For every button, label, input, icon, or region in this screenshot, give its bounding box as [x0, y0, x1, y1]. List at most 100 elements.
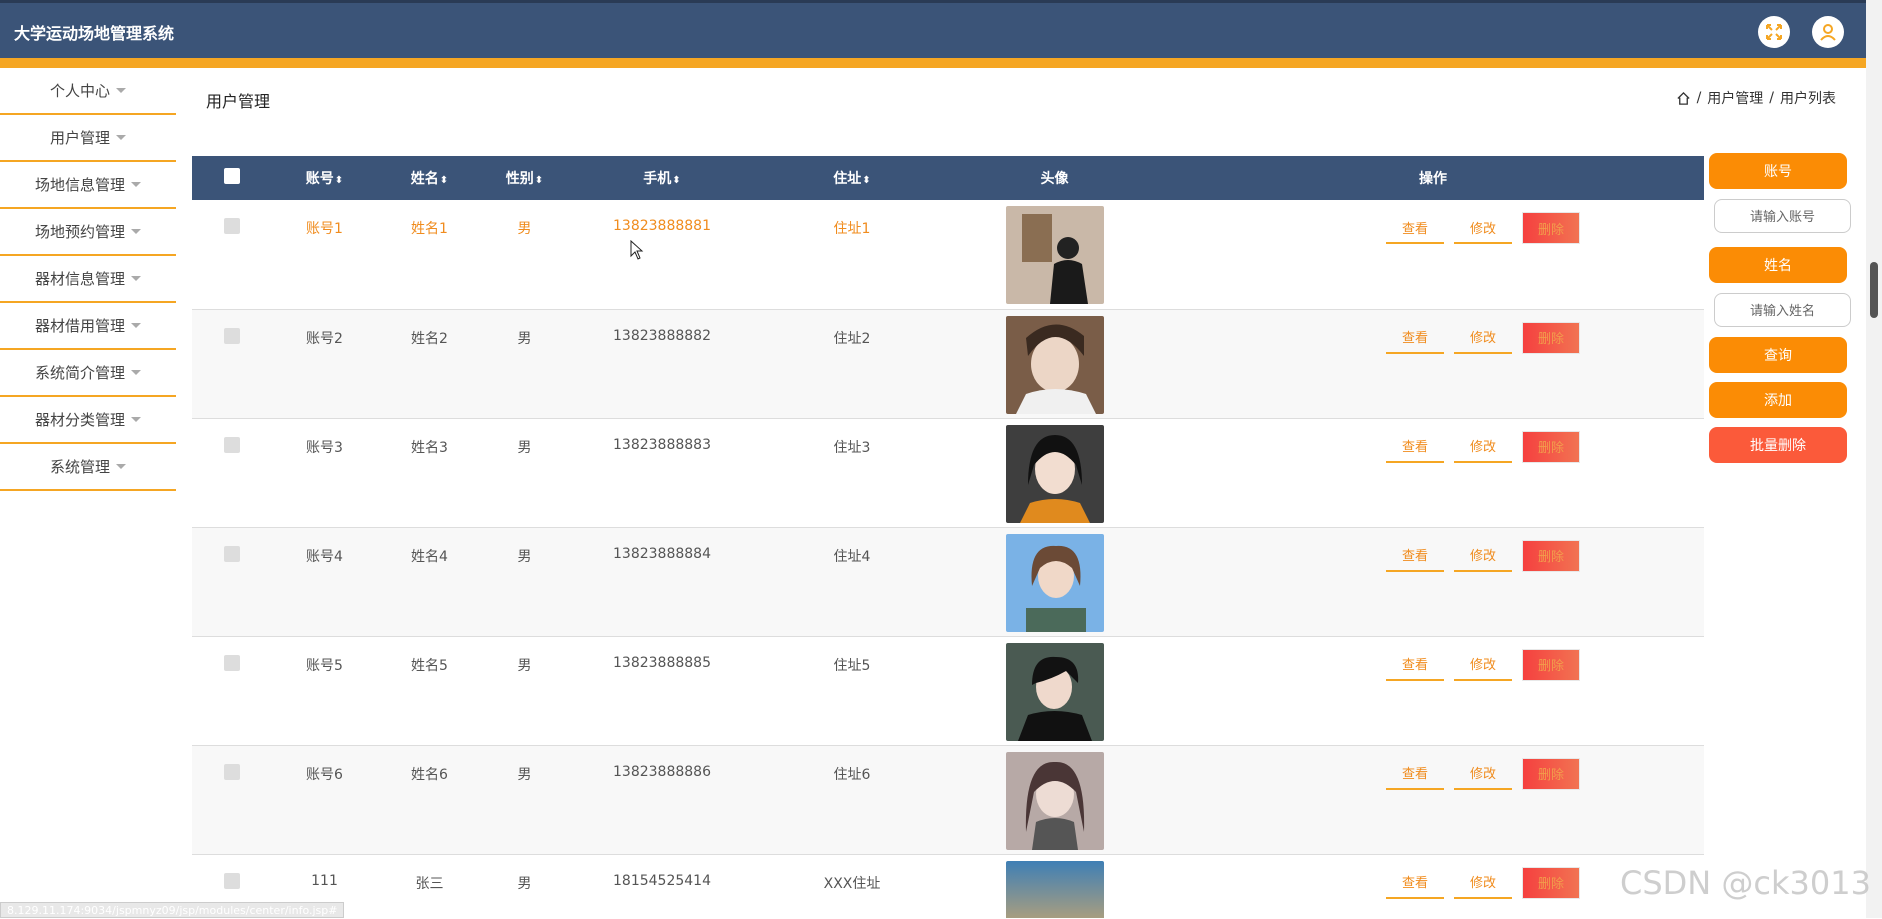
user-icon[interactable] — [1812, 16, 1844, 48]
table-row[interactable]: 账号1 姓名1 男 13823888881 住址1 查看修改删除 — [192, 200, 1704, 309]
column-header-account[interactable]: 账号⬍ — [272, 156, 377, 200]
account-search-input[interactable] — [1714, 199, 1851, 233]
column-header-phone[interactable]: 手机⬍ — [567, 156, 757, 200]
cell-gender: 男 — [482, 418, 567, 527]
cell-account: 账号2 — [272, 309, 377, 418]
select-all-checkbox[interactable] — [224, 168, 240, 184]
row-checkbox[interactable] — [224, 655, 240, 671]
sidebar-item-personal-center[interactable]: 个人中心 — [0, 68, 176, 115]
row-checkbox[interactable] — [224, 764, 240, 780]
sidebar-item-label: 系统管理 — [50, 456, 110, 477]
cell-name: 姓名2 — [377, 309, 482, 418]
delete-button[interactable]: 删除 — [1522, 758, 1580, 790]
batch-delete-button[interactable]: 批量删除 — [1709, 427, 1847, 463]
sort-icon[interactable]: ⬍ — [862, 175, 870, 186]
view-button[interactable]: 查看 — [1386, 649, 1444, 681]
sidebar-item-label: 器材分类管理 — [35, 409, 125, 430]
table-row[interactable]: 账号3 姓名3 男 13823888883 住址3 查看修改删除 — [192, 418, 1704, 527]
cell-name: 姓名4 — [377, 527, 482, 636]
edit-button[interactable]: 修改 — [1454, 649, 1512, 681]
caret-down-icon — [131, 229, 141, 234]
breadcrumb-item[interactable]: 用户管理 — [1707, 88, 1763, 108]
view-button[interactable]: 查看 — [1386, 540, 1444, 572]
view-button[interactable]: 查看 — [1386, 431, 1444, 463]
sidebar-item-equipment-category[interactable]: 器材分类管理 — [0, 397, 176, 444]
scrollbar-thumb[interactable] — [1870, 262, 1878, 318]
table-row[interactable]: 账号4 姓名4 男 13823888884 住址4 查看修改删除 — [192, 527, 1704, 636]
sidebar-item-user-management[interactable]: 用户管理 — [0, 115, 176, 162]
column-header-gender[interactable]: 性别⬍ — [482, 156, 567, 200]
row-checkbox[interactable] — [224, 437, 240, 453]
sort-icon[interactable]: ⬍ — [335, 175, 343, 186]
delete-button[interactable]: 删除 — [1522, 431, 1580, 463]
column-header-name[interactable]: 姓名⬍ — [377, 156, 482, 200]
add-button[interactable]: 添加 — [1709, 382, 1847, 418]
top-header-bar: 大学运动场地管理系统 — [0, 0, 1866, 58]
cell-phone: 13823888886 — [567, 745, 757, 854]
caret-down-icon — [131, 276, 141, 281]
sidebar-item-equipment-borrow[interactable]: 器材借用管理 — [0, 303, 176, 350]
view-button[interactable]: 查看 — [1386, 322, 1444, 354]
row-checkbox[interactable] — [224, 328, 240, 344]
caret-down-icon — [131, 417, 141, 422]
sidebar-item-label: 器材借用管理 — [35, 315, 125, 336]
cell-name: 姓名3 — [377, 418, 482, 527]
delete-button[interactable]: 删除 — [1522, 540, 1580, 572]
table-row[interactable]: 账号5 姓名5 男 13823888885 住址5 查看修改删除 — [192, 636, 1704, 745]
view-button[interactable]: 查看 — [1386, 212, 1444, 244]
delete-button[interactable]: 删除 — [1522, 649, 1580, 681]
table-row[interactable]: 111 张三 男 18154525414 XXX住址 查看修改删除 — [192, 854, 1704, 918]
sidebar: 个人中心 用户管理 场地信息管理 场地预约管理 器材信息管理 器材借用管理 系统… — [0, 68, 176, 491]
column-header-address[interactable]: 住址⬍ — [757, 156, 947, 200]
row-checkbox[interactable] — [224, 546, 240, 562]
cell-address: 住址6 — [757, 745, 947, 854]
edit-button[interactable]: 修改 — [1454, 322, 1512, 354]
cell-gender: 男 — [482, 745, 567, 854]
delete-button[interactable]: 删除 — [1522, 212, 1580, 244]
sort-icon[interactable]: ⬍ — [535, 175, 543, 186]
view-button[interactable]: 查看 — [1386, 867, 1444, 899]
avatar — [1006, 206, 1104, 304]
mouse-cursor-icon — [630, 240, 644, 260]
sidebar-item-label: 场地预约管理 — [35, 221, 125, 242]
edit-button[interactable]: 修改 — [1454, 431, 1512, 463]
edit-button[interactable]: 修改 — [1454, 867, 1512, 899]
cell-phone: 13823888884 — [567, 527, 757, 636]
table-header-row: 账号⬍ 姓名⬍ 性别⬍ 手机⬍ 住址⬍ 头像 操作 — [192, 156, 1704, 200]
sort-icon[interactable]: ⬍ — [440, 175, 448, 186]
row-checkbox[interactable] — [224, 218, 240, 234]
header-accent-line — [0, 58, 1866, 68]
table-row[interactable]: 账号2 姓名2 男 13823888882 住址2 查看修改删除 — [192, 309, 1704, 418]
sidebar-item-venue-info[interactable]: 场地信息管理 — [0, 162, 176, 209]
edit-button[interactable]: 修改 — [1454, 540, 1512, 572]
caret-down-icon — [116, 464, 126, 469]
user-table-container: 账号⬍ 姓名⬍ 性别⬍ 手机⬍ 住址⬍ 头像 操作 账号1 姓名1 男 1382… — [192, 156, 1704, 918]
table-row[interactable]: 账号6 姓名6 男 13823888886 住址6 查看修改删除 — [192, 745, 1704, 854]
view-button[interactable]: 查看 — [1386, 758, 1444, 790]
cell-gender: 男 — [482, 636, 567, 745]
delete-button[interactable]: 删除 — [1522, 322, 1580, 354]
home-icon[interactable] — [1676, 91, 1691, 106]
name-search-input[interactable] — [1714, 293, 1851, 327]
edit-button[interactable]: 修改 — [1454, 758, 1512, 790]
delete-button[interactable]: 删除 — [1522, 867, 1580, 899]
sidebar-item-system-management[interactable]: 系统管理 — [0, 444, 176, 491]
search-panel: 账号 姓名 查询 添加 批量删除 — [1709, 153, 1849, 463]
page-scrollbar[interactable] — [1866, 0, 1882, 918]
caret-down-icon — [131, 370, 141, 375]
sort-icon[interactable]: ⬍ — [672, 175, 680, 186]
sidebar-item-venue-booking[interactable]: 场地预约管理 — [0, 209, 176, 256]
caret-down-icon — [116, 88, 126, 93]
edit-button[interactable]: 修改 — [1454, 212, 1512, 244]
fullscreen-icon[interactable] — [1758, 16, 1790, 48]
sidebar-item-system-intro[interactable]: 系统简介管理 — [0, 350, 176, 397]
cell-name: 张三 — [377, 854, 482, 918]
cell-name: 姓名1 — [377, 200, 482, 309]
cell-name: 姓名6 — [377, 745, 482, 854]
query-button[interactable]: 查询 — [1709, 337, 1847, 373]
cell-account: 账号1 — [272, 200, 377, 309]
row-checkbox[interactable] — [224, 873, 240, 889]
avatar — [1006, 316, 1104, 414]
sidebar-item-equipment-info[interactable]: 器材信息管理 — [0, 256, 176, 303]
cell-gender: 男 — [482, 309, 567, 418]
